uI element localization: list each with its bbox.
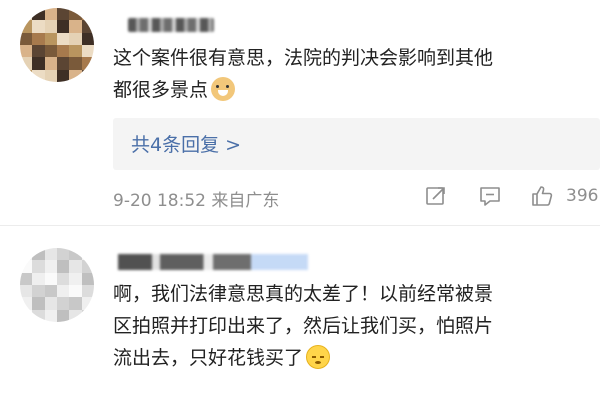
comment-icon[interactable] bbox=[478, 184, 502, 208]
divider bbox=[0, 225, 600, 226]
username-blurred[interactable] bbox=[118, 254, 308, 270]
like-count: 396 bbox=[566, 186, 599, 206]
dog-emoji-icon bbox=[211, 77, 236, 101]
comment-line: 流出去，只好花钱买了 bbox=[113, 342, 493, 374]
thumbs-up-icon[interactable] bbox=[530, 184, 554, 208]
comment-text: 这个案件很有意思，法院的判决会影响到其他 都很多景点 bbox=[113, 42, 493, 106]
smile-emoji-icon bbox=[306, 345, 331, 369]
comment-line: 这个案件很有意思，法院的判决会影响到其他 bbox=[113, 47, 494, 69]
view-replies-link[interactable]: 共4条回复 > bbox=[131, 130, 241, 157]
comment-text: 啊，我们法律意思真的太差了！以前经常被景 区拍照并打印出来了，然后让我们买，怕照… bbox=[113, 278, 493, 374]
comment-meta: 9-20 18:52 来自广东 bbox=[113, 191, 280, 211]
avatar[interactable] bbox=[20, 248, 94, 322]
username-blurred[interactable] bbox=[128, 18, 214, 32]
avatar[interactable] bbox=[20, 8, 94, 82]
comment-line: 啊，我们法律意思真的太差了！以前经常被景 bbox=[113, 283, 494, 305]
reply-summary[interactable]: 共4条回复 > bbox=[113, 118, 600, 170]
share-icon[interactable] bbox=[424, 184, 448, 208]
comment-line: 都很多景点 bbox=[113, 74, 493, 106]
comment-line: 区拍照并打印出来了，然后让我们买，怕照片 bbox=[113, 315, 494, 337]
